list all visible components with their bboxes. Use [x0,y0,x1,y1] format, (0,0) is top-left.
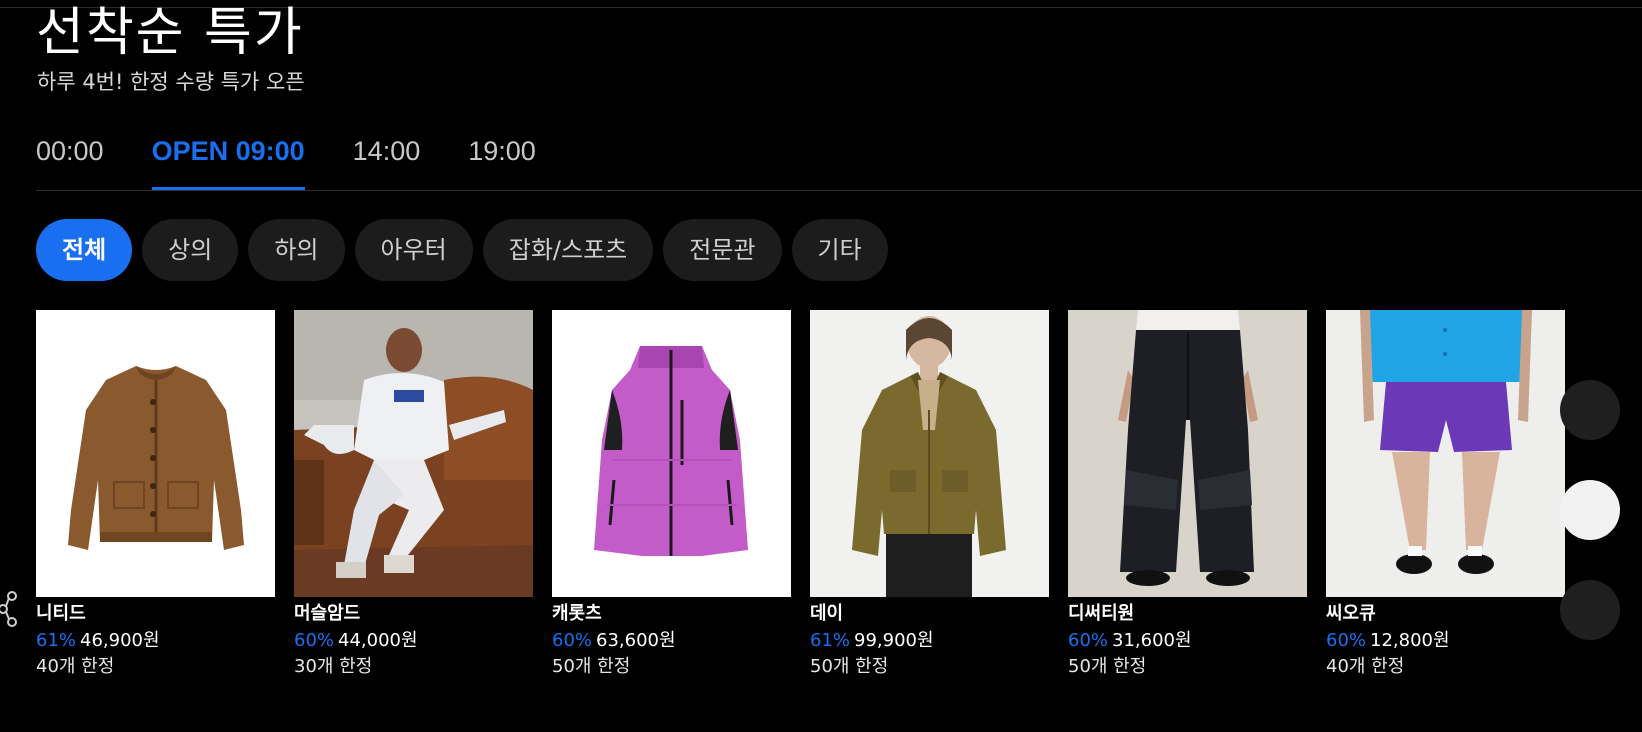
product-price: 31,600원 [1112,630,1192,651]
product-image-vest[interactable] [552,310,791,597]
share-icon[interactable] [0,590,20,628]
product-price: 63,600원 [596,630,676,651]
product-name: 씨오큐 [1326,603,1376,624]
product-name: 니티드 [36,603,86,624]
page: 선착순 특가 하루 4번! 한정 수량 특가 오픈 00:00 OPEN 09:… [0,0,1642,732]
product-discount: 60% [1068,630,1109,651]
product-name: 데이 [810,603,844,624]
category-chip-outer[interactable]: 아우터 [354,219,473,281]
product-image-jacket[interactable] [810,310,1049,597]
product-limit: 50개 한정 [552,656,631,677]
product-discount: 60% [294,630,335,651]
page-subtitle: 하루 4번! 한정 수량 특가 오픈 [37,70,305,94]
product-price-line: 61% 46,900원 [36,630,275,652]
product-image-shorts[interactable] [1326,310,1565,597]
page-title: 선착순 특가 [36,3,304,63]
product-price: 46,900원 [80,630,160,651]
product-card[interactable]: 캐롯츠 60% 63,600원 50개 한정 [552,310,791,678]
product-limit: 50개 한정 [1068,656,1147,677]
product-card[interactable]: 머슬암드 60% 44,000원 30개 한정 [294,310,533,678]
product-image-pants[interactable] [1068,310,1307,597]
product-limit: 30개 한정 [294,656,373,677]
category-chip-etc[interactable]: 기타 [791,219,888,281]
product-discount: 60% [1326,630,1367,651]
category-chip-bottoms[interactable]: 하의 [248,219,345,281]
time-tabs: 00:00 OPEN 09:00 14:00 19:00 [36,128,584,190]
product-price-line: 60% 31,600원 [1068,630,1307,652]
product-name: 캐롯츠 [552,603,602,624]
carousel-control-up[interactable] [1560,380,1620,440]
tabs-divider [36,190,1642,191]
product-image-cardigan[interactable] [36,310,275,597]
product-price: 44,000원 [338,630,418,651]
category-chip-special[interactable]: 전문관 [663,219,782,281]
carousel-next-button[interactable] [1560,480,1620,540]
product-card[interactable]: 디써티원 60% 31,600원 50개 한정 [1068,310,1307,678]
product-discount: 61% [810,630,851,651]
category-chip-all[interactable]: 전체 [36,219,133,281]
product-discount: 61% [36,630,77,651]
product-price-line: 61% 99,900원 [810,630,1049,652]
time-tab-1900[interactable]: 19:00 [468,128,536,190]
time-tab-0000[interactable]: 00:00 [36,128,104,190]
category-chip-tops[interactable]: 상의 [142,219,239,281]
product-list: 니티드 61% 46,900원 40개 한정 머슬암드 60% 44,000원 … [36,310,1565,678]
time-tab-1400[interactable]: 14:00 [353,128,421,190]
time-tab-0900[interactable]: OPEN 09:00 [151,128,305,190]
product-price-line: 60% 63,600원 [552,630,791,652]
product-card[interactable]: 데이 61% 99,900원 50개 한정 [810,310,1049,678]
product-limit: 50개 한정 [810,656,889,677]
product-name: 디써티원 [1068,603,1135,624]
product-card[interactable]: 니티드 61% 46,900원 40개 한정 [36,310,275,678]
product-price-line: 60% 44,000원 [294,630,533,652]
product-price: 99,900원 [854,630,934,651]
product-limit: 40개 한정 [1326,656,1405,677]
carousel-control-down[interactable] [1560,580,1620,640]
product-discount: 60% [552,630,593,651]
product-limit: 40개 한정 [36,656,115,677]
product-price: 12,800원 [1370,630,1450,651]
product-card[interactable]: 씨오큐 60% 12,800원 40개 한정 [1326,310,1565,678]
product-image-tracksuit[interactable] [294,310,533,597]
category-chips: 전체 상의 하의 아우터 잡화/스포츠 전문관 기타 [36,219,888,281]
product-price-line: 60% 12,800원 [1326,630,1565,652]
category-chip-goods-sports[interactable]: 잡화/스포츠 [482,219,654,281]
product-name: 머슬암드 [294,603,361,624]
